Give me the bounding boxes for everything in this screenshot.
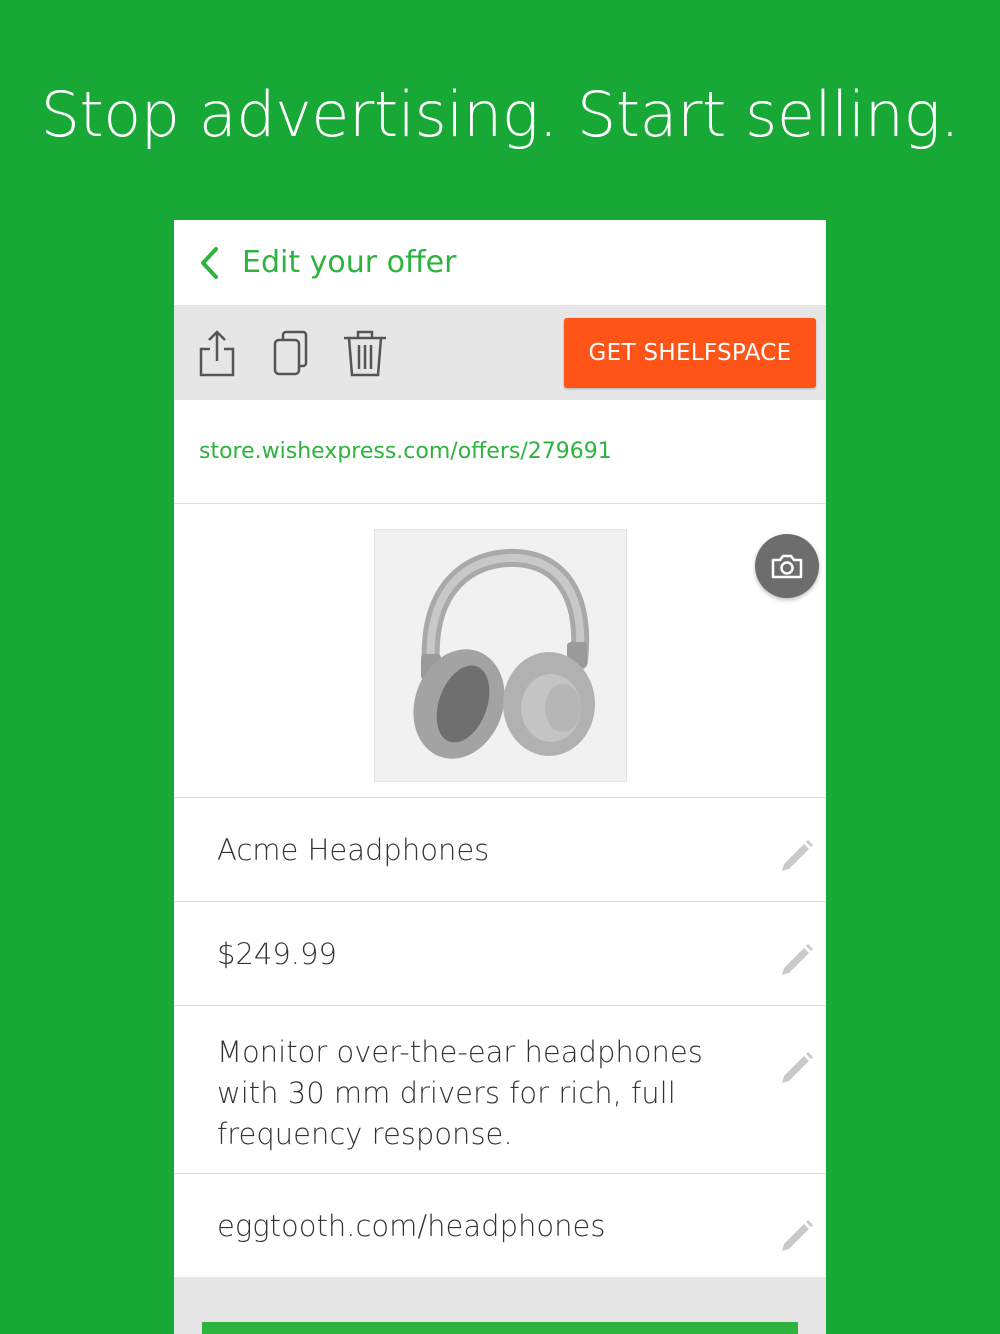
- page-title: Edit your offer: [242, 245, 457, 280]
- action-toolbar: GET SHELFSPACE: [174, 306, 826, 400]
- headphones-image: [412, 548, 595, 759]
- duplicate-button[interactable]: [254, 306, 328, 400]
- product-image-row: [174, 504, 826, 798]
- get-shelfspace-button[interactable]: GET SHELFSPACE: [564, 318, 816, 388]
- share-button[interactable]: [180, 306, 254, 400]
- app-screen: Edit your offer GET SHELFSPACE store.wis…: [174, 220, 826, 1334]
- copy-icon: [273, 330, 308, 376]
- pencil-icon[interactable]: [776, 1214, 818, 1256]
- share-icon: [199, 330, 235, 377]
- change-photo-button[interactable]: [755, 534, 819, 598]
- bottom-action-area: [174, 1277, 826, 1334]
- bottom-action-button[interactable]: [202, 1322, 798, 1334]
- product-image[interactable]: [374, 529, 627, 782]
- product-name: Acme Headphones: [217, 832, 490, 867]
- chevron-left-icon: [201, 246, 218, 279]
- product-link-field[interactable]: eggtooth.com/headphones: [174, 1174, 826, 1278]
- product-price-field[interactable]: $249.99: [174, 902, 826, 1006]
- delete-button[interactable]: [328, 306, 402, 400]
- product-description: Monitor over-the-ear headphones with 30 …: [217, 1035, 703, 1151]
- pencil-icon[interactable]: [776, 834, 818, 876]
- app-bar: Edit your offer: [174, 220, 826, 306]
- product-link: eggtooth.com/headphones: [217, 1208, 606, 1243]
- headline: Stop advertising. Start selling.: [40, 78, 960, 151]
- offer-url-row: store.wishexpress.com/offers/279691: [174, 400, 826, 504]
- back-button[interactable]: [176, 220, 242, 306]
- offer-url-link[interactable]: store.wishexpress.com/offers/279691: [199, 439, 612, 464]
- product-description-field[interactable]: Monitor over-the-ear headphones with 30 …: [174, 1006, 826, 1174]
- camera-icon: [771, 554, 803, 579]
- product-price: $249.99: [217, 936, 337, 971]
- product-name-field[interactable]: Acme Headphones: [174, 798, 826, 902]
- pencil-icon[interactable]: [776, 938, 818, 980]
- trash-icon: [344, 330, 386, 377]
- pencil-icon[interactable]: [776, 1046, 818, 1088]
